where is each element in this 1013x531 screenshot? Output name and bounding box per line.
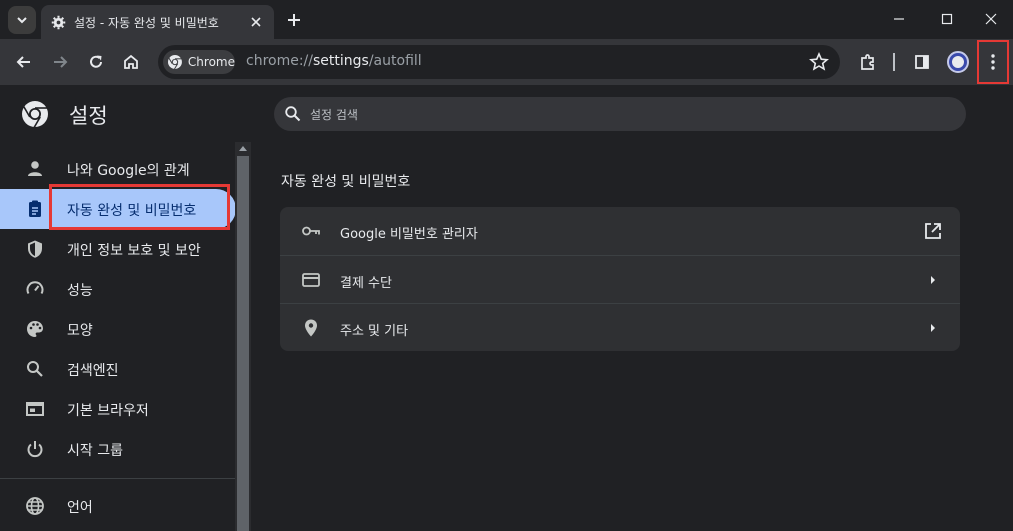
minimize-icon (894, 18, 904, 20)
title-bar: 설정 - 자동 완성 및 비밀번호 (0, 0, 1013, 39)
sidebar-item-search-engine[interactable]: 검색엔진 (0, 349, 236, 389)
avatar-image (952, 56, 964, 68)
location-pin-icon (305, 319, 317, 337)
sidebar-item-languages[interactable]: 언어 (0, 486, 236, 526)
close-window-button[interactable] (969, 4, 1013, 34)
sidebar-item-label: 나와 Google의 관계 (67, 163, 190, 179)
side-panel-button[interactable] (909, 49, 935, 75)
sidebar-item-label: 언어 (67, 500, 93, 516)
row-label: 주소 및 기타 (340, 324, 409, 339)
back-button[interactable] (11, 49, 37, 75)
row-payment-methods[interactable]: 결제 수단 (280, 255, 960, 303)
toolbar-separator (893, 53, 895, 71)
extensions-button[interactable] (855, 49, 881, 75)
sidebar-item-label: 검색엔진 (67, 363, 119, 379)
row-password-manager[interactable]: Google 비밀번호 관리자 (280, 207, 960, 255)
close-icon (985, 13, 997, 25)
url-text[interactable]: chrome://settings/autofill (246, 53, 422, 69)
home-icon (124, 54, 138, 69)
sidebar-scrollbar[interactable] (235, 142, 251, 531)
sidebar-item-you-and-google[interactable]: 나와 Google의 관계 (0, 149, 236, 189)
side-panel-icon (915, 55, 929, 69)
settings-search-input[interactable]: 설정 검색 (274, 97, 966, 131)
url-path: /autofill (368, 53, 422, 69)
bookmark-star-icon[interactable] (808, 51, 830, 73)
chrome-menu-button[interactable] (977, 40, 1009, 84)
shield-icon (28, 240, 42, 258)
chevron-down-icon (17, 17, 27, 24)
reload-icon (90, 55, 102, 68)
tab-title: 설정 - 자동 완성 및 비밀번호 (74, 15, 219, 30)
tab-settings[interactable]: 설정 - 자동 완성 및 비밀번호 (41, 5, 274, 39)
page-title: 설정 (69, 104, 108, 128)
palette-icon (27, 321, 43, 337)
sidebar-item-privacy[interactable]: 개인 정보 보호 및 보안 (0, 229, 236, 269)
reload-button[interactable] (83, 49, 109, 75)
sidebar-item-label: 개인 정보 보호 및 보안 (67, 243, 201, 259)
section-title: 자동 완성 및 비밀번호 (281, 174, 411, 190)
sidebar-item-appearance[interactable]: 모양 (0, 309, 236, 349)
row-label: 결제 수단 (340, 276, 392, 291)
address-bar[interactable]: Chrome chrome://settings/autofill (158, 45, 840, 79)
chrome-logo-icon (22, 101, 48, 128)
autofill-card: Google 비밀번호 관리자 결제 수단 주소 및 기타 (280, 207, 960, 351)
browser-toolbar: Chrome chrome://settings/autofill (0, 39, 1013, 85)
puzzle-icon (861, 54, 874, 70)
tab-search-button[interactable] (8, 6, 36, 34)
credit-card-icon (302, 273, 320, 287)
profile-avatar[interactable] (947, 51, 969, 73)
sidebar-item-label: 성능 (67, 283, 93, 299)
chevron-right-icon (931, 276, 935, 284)
chevron-right-icon (931, 324, 935, 332)
search-icon (285, 106, 301, 122)
chip-label: Chrome (187, 55, 235, 69)
settings-sidebar: 나와 Google의 관계 자동 완성 및 비밀번호 개인 정보 보호 및 보안… (0, 145, 236, 531)
arrow-left-icon (16, 56, 30, 68)
maximize-icon (941, 13, 953, 25)
sidebar-divider (0, 478, 236, 479)
power-icon (27, 441, 43, 458)
sidebar-item-label: 시작 그룹 (67, 443, 123, 459)
browser-icon (26, 402, 44, 416)
close-icon[interactable] (248, 14, 264, 30)
globe-icon (26, 497, 44, 515)
scroll-up-arrow[interactable] (239, 146, 247, 151)
row-addresses[interactable]: 주소 및 기타 (280, 303, 960, 351)
key-icon (302, 226, 320, 236)
sidebar-item-on-startup[interactable]: 시작 그룹 (0, 429, 236, 469)
sidebar-item-autofill[interactable]: 자동 완성 및 비밀번호 (0, 189, 236, 229)
settings-page: 설정 설정 검색 나와 Google의 관계 자동 완성 및 비밀번호 개인 정… (0, 85, 1013, 531)
speedometer-icon (26, 281, 44, 294)
clipboard-icon (29, 200, 41, 217)
url-scheme: chrome:// (246, 53, 313, 69)
forward-button[interactable] (47, 49, 73, 75)
arrow-right-icon (54, 56, 68, 68)
person-icon (28, 161, 42, 176)
home-button[interactable] (118, 49, 144, 75)
search-placeholder: 설정 검색 (310, 108, 358, 122)
url-host: settings (313, 53, 369, 69)
more-vert-icon (991, 54, 995, 70)
maximize-button[interactable] (925, 4, 969, 34)
gear-icon (51, 15, 66, 29)
sidebar-item-label: 기본 브라우저 (67, 403, 149, 419)
sidebar-item-performance[interactable]: 성능 (0, 269, 236, 309)
row-label: Google 비밀번호 관리자 (340, 227, 478, 242)
scroll-thumb[interactable] (237, 156, 249, 531)
new-tab-icon[interactable] (283, 9, 305, 31)
minimize-button[interactable] (877, 4, 921, 34)
chrome-icon (167, 55, 182, 70)
sidebar-item-label: 모양 (67, 323, 93, 339)
search-icon (27, 361, 43, 377)
sidebar-item-label: 자동 완성 및 비밀번호 (67, 203, 197, 219)
site-info-chip[interactable]: Chrome (163, 50, 235, 74)
sidebar-item-default-browser[interactable]: 기본 브라우저 (0, 389, 236, 429)
open-external-icon[interactable] (922, 220, 944, 242)
